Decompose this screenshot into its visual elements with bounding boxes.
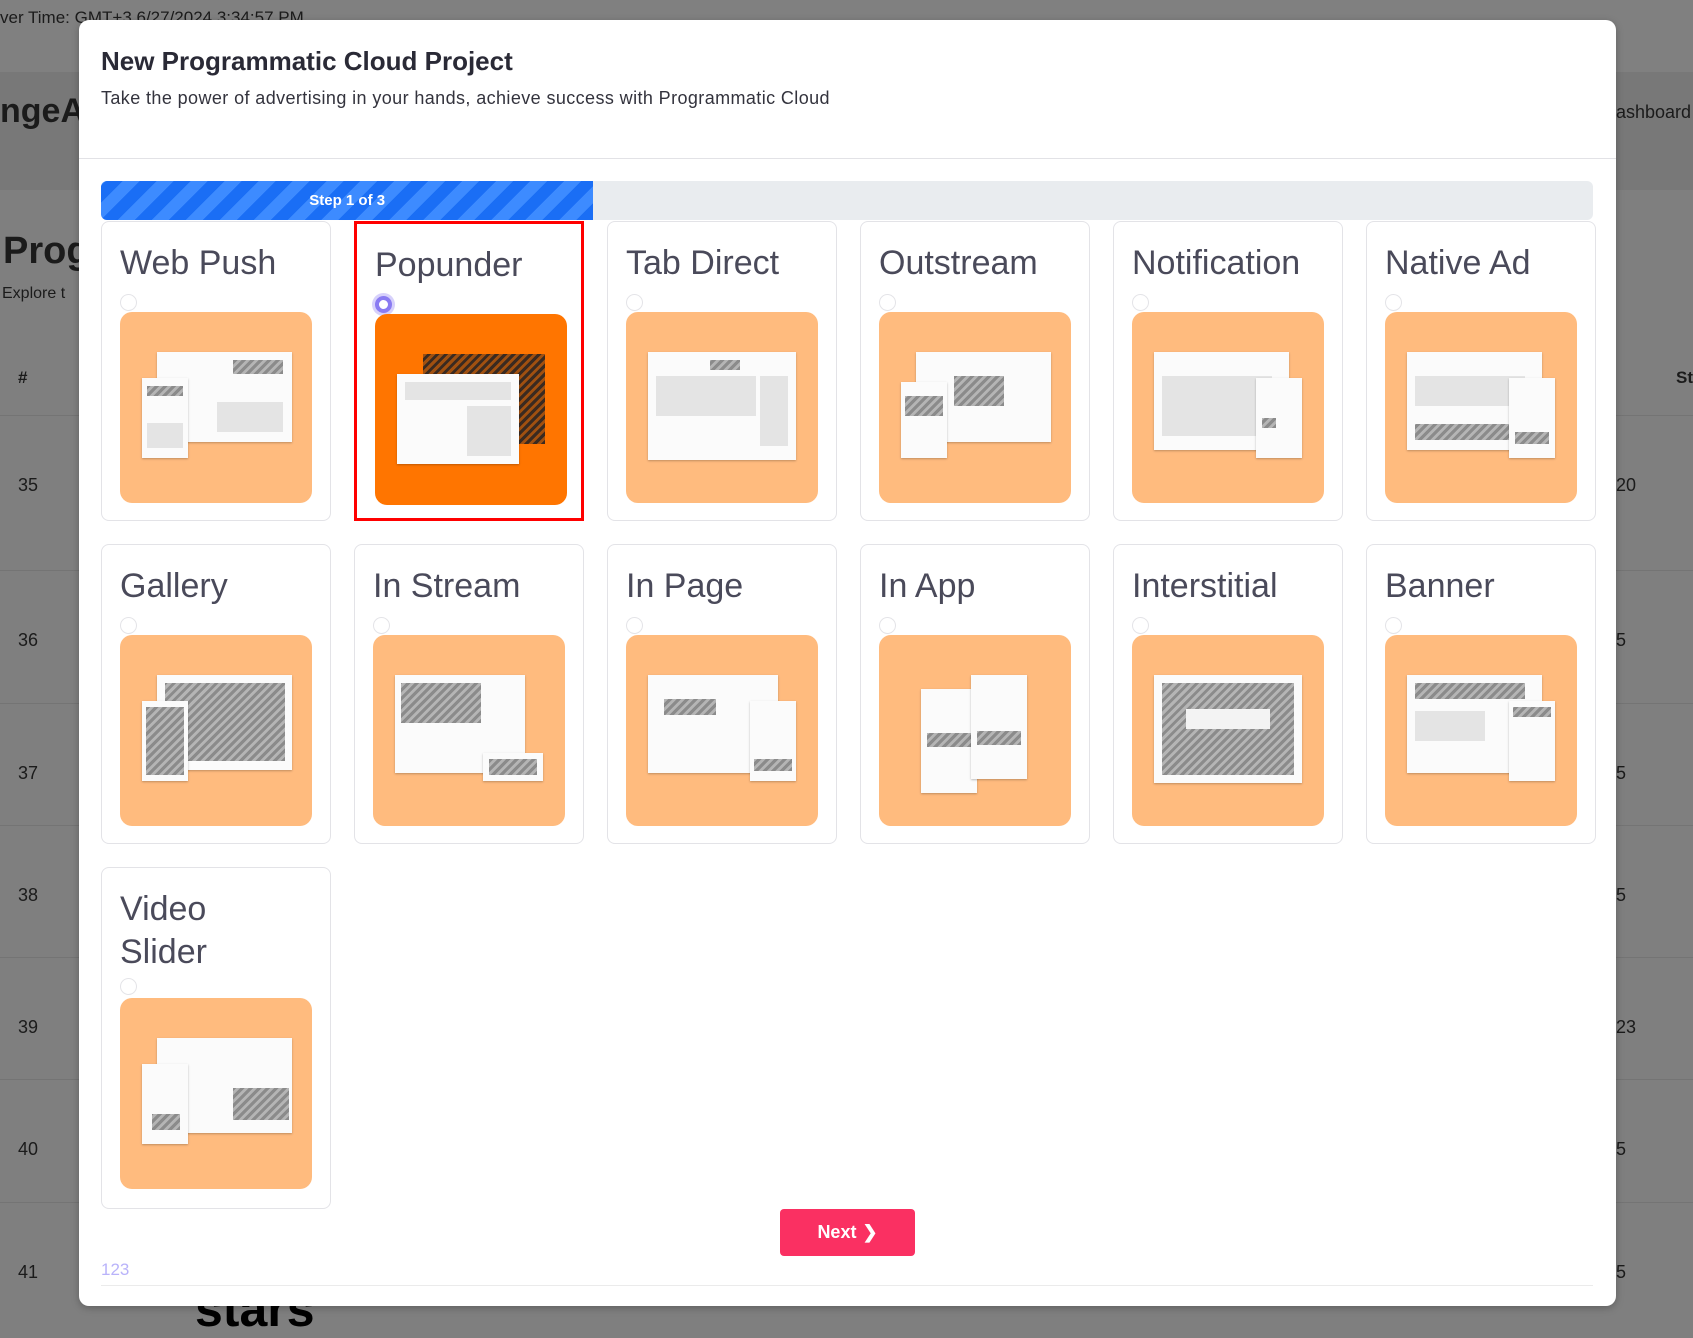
ad-type-label: Outstream [879, 244, 1038, 282]
ad-type-label: Gallery [120, 567, 228, 605]
ad-type-radio[interactable] [1385, 617, 1402, 634]
breadcrumb[interactable]: ashboard [1616, 102, 1691, 123]
modal-title: New Programmatic Cloud Project [101, 46, 513, 76]
ad-type-radio[interactable] [1132, 617, 1149, 634]
ad-type-card-gallery[interactable]: Gallery [101, 544, 331, 844]
ad-type-radio[interactable] [879, 617, 896, 634]
col-status: St [1676, 368, 1693, 387]
row-value: 23 [1616, 1017, 1637, 1037]
page-subtitle: Explore t [2, 285, 66, 302]
ad-type-radio[interactable] [120, 617, 137, 634]
ad-type-label: Video Slider [120, 890, 207, 971]
ad-type-card-tab-direct[interactable]: Tab Direct [607, 221, 837, 521]
page-title: Prog [3, 230, 90, 272]
row-number: 37 [18, 763, 39, 783]
divider [101, 1285, 1593, 1286]
ad-type-card-in-page[interactable]: In Page [607, 544, 837, 844]
web-push-illustration [120, 312, 312, 503]
ad-type-radio[interactable] [626, 617, 643, 634]
ad-type-radio[interactable] [373, 617, 390, 634]
ad-type-label: In Page [626, 567, 744, 605]
in-page-illustration [626, 635, 818, 826]
ad-type-label: Native Ad [1385, 244, 1531, 282]
ad-type-card-banner[interactable]: Banner [1366, 544, 1596, 844]
ad-type-card-notification[interactable]: Notification [1113, 221, 1343, 521]
new-project-modal: New Programmatic Cloud Project Take the … [79, 20, 1616, 1306]
ad-type-label: Banner [1385, 567, 1495, 605]
row-value: 5 [1616, 885, 1627, 905]
ad-type-radio[interactable] [1132, 294, 1149, 311]
row-number: 40 [18, 1139, 39, 1159]
ad-type-card-video-slider[interactable]: Video Slider [101, 867, 331, 1209]
progress-bar: Step 1 of 3 [101, 181, 1593, 220]
next-label: Next [817, 1222, 857, 1242]
ad-type-card-in-stream[interactable]: In Stream [354, 544, 584, 844]
progress-fill: Step 1 of 3 [101, 181, 594, 220]
ad-type-card-outstream[interactable]: Outstream [860, 221, 1090, 521]
ad-type-radio[interactable] [120, 294, 137, 311]
notification-illustration [1132, 312, 1324, 503]
row-number: 39 [18, 1017, 39, 1037]
modal-subtitle: Take the power of advertising in your ha… [101, 88, 830, 108]
row-value: 5 [1616, 630, 1627, 650]
ad-type-label: Interstitial [1132, 567, 1278, 605]
ad-type-radio[interactable] [120, 978, 137, 995]
native-ad-illustration [1385, 312, 1577, 503]
row-value: 20 [1616, 475, 1637, 495]
gallery-illustration [120, 635, 312, 826]
ad-type-label: Notification [1132, 244, 1301, 282]
chevron-right-icon: ❯ [862, 1222, 878, 1242]
col-hash: # [18, 368, 28, 387]
row-value: 5 [1616, 763, 1627, 783]
row-number: 35 [18, 475, 39, 495]
interstitial-illustration [1132, 635, 1324, 826]
ad-type-card-interstitial[interactable]: Interstitial [1113, 544, 1343, 844]
next-button[interactable]: Next ❯ [780, 1209, 915, 1256]
ad-type-card-in-app[interactable]: In App [860, 544, 1090, 844]
ad-type-radio[interactable] [879, 294, 896, 311]
ad-type-card-popunder[interactable]: Popunder [354, 221, 584, 521]
outstream-illustration [879, 312, 1071, 503]
ad-type-card-web-push[interactable]: Web Push [101, 221, 331, 521]
in-stream-illustration [373, 635, 565, 826]
ad-type-label: Web Push [120, 244, 277, 282]
divider [79, 158, 1616, 159]
ad-type-radio[interactable] [375, 296, 392, 313]
banner-illustration [1385, 635, 1577, 826]
ad-type-radio[interactable] [626, 294, 643, 311]
video-slider-illustration [120, 998, 312, 1189]
row-value: 5 [1616, 1262, 1627, 1282]
popunder-illustration [375, 314, 567, 505]
step-indicator: 123 [101, 1260, 130, 1279]
ad-type-label: Popunder [375, 246, 523, 284]
ad-type-label: In App [879, 567, 976, 605]
ad-type-label: Tab Direct [626, 244, 780, 282]
row-number: 41 [18, 1262, 39, 1282]
ad-type-card-native-ad[interactable]: Native Ad [1366, 221, 1596, 521]
row-number: 38 [18, 885, 39, 905]
row-value: 5 [1616, 1139, 1627, 1159]
ad-type-label: In Stream [373, 567, 521, 605]
ad-type-radio[interactable] [1385, 294, 1402, 311]
in-app-illustration [879, 635, 1071, 826]
tab-direct-illustration [626, 312, 818, 503]
row-number: 36 [18, 630, 39, 650]
